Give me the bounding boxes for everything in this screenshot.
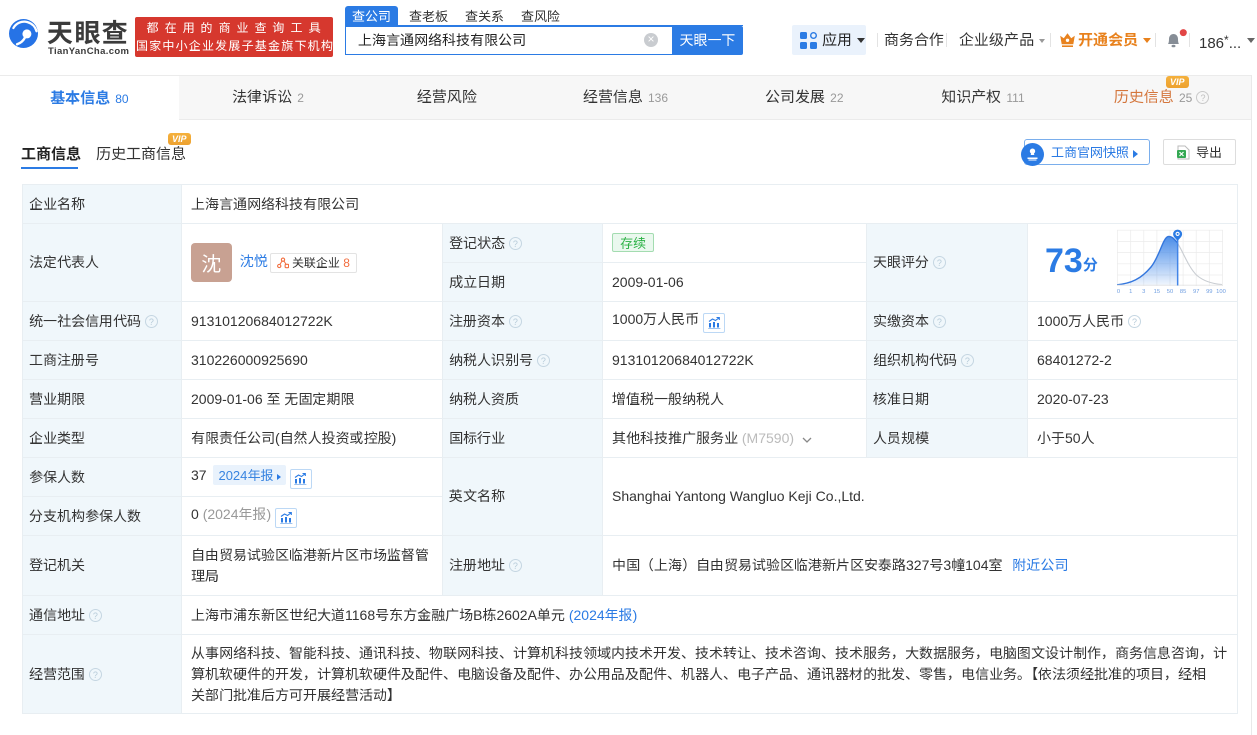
svg-text:99: 99: [1206, 289, 1212, 295]
svg-text:3: 3: [1142, 289, 1145, 295]
svg-text:100: 100: [1216, 289, 1226, 295]
svg-text:50: 50: [1167, 289, 1173, 295]
svg-text:97: 97: [1193, 289, 1199, 295]
svg-text:1: 1: [1129, 289, 1132, 295]
svg-text:15: 15: [1154, 289, 1160, 295]
svg-text:85: 85: [1180, 289, 1186, 295]
svg-text:0: 0: [1117, 289, 1120, 295]
